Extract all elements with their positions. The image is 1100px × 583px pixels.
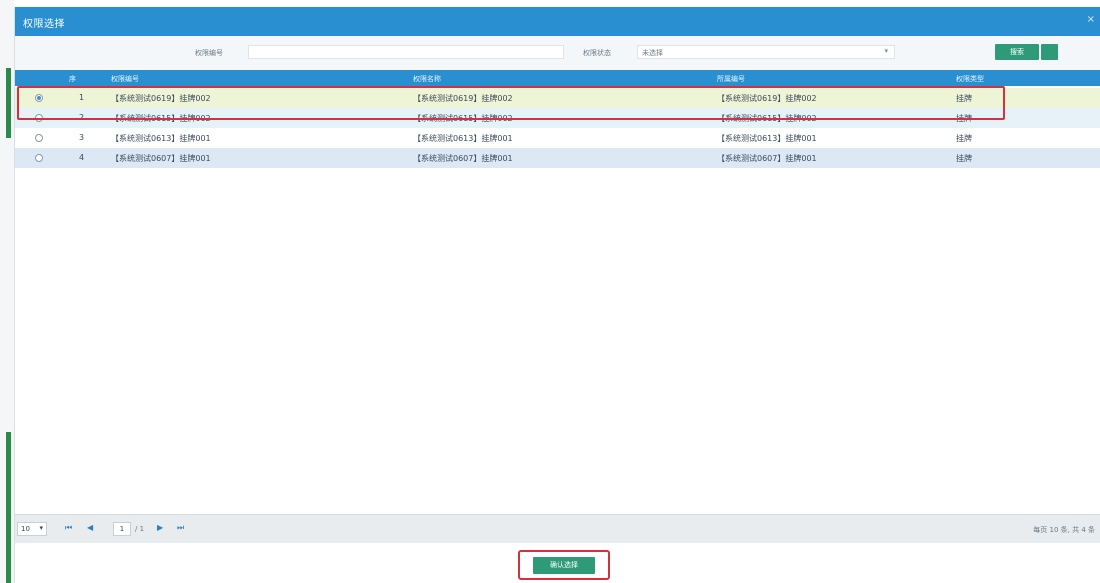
- row-name: 【系统测试0607】挂牌001: [413, 154, 513, 163]
- row-radio[interactable]: [35, 154, 43, 162]
- permission-status-select[interactable]: 未选择 ▾: [637, 45, 895, 59]
- next-page-icon[interactable]: ▶: [157, 523, 163, 532]
- chevron-down-icon: ▾: [39, 524, 43, 532]
- left-green-strip-bottom: [6, 432, 11, 583]
- header-code: 权限编号: [111, 75, 139, 83]
- page-size-value: 10: [21, 525, 30, 533]
- table-row[interactable]: 4 【系统测试0607】挂牌001 【系统测试0607】挂牌001 【系统测试0…: [15, 148, 1100, 168]
- row-radio[interactable]: [35, 134, 43, 142]
- dialog-title: 权限选择: [23, 19, 65, 30]
- permission-code-input[interactable]: [248, 45, 564, 59]
- header-index: 序: [69, 75, 76, 83]
- permission-status-label: 权限状态: [583, 49, 611, 57]
- confirm-selection-button[interactable]: 确认选择: [533, 557, 595, 574]
- row-code: 【系统测试0613】挂牌001: [111, 134, 211, 143]
- left-green-strip-top: [6, 68, 11, 138]
- last-page-icon[interactable]: ⏭: [177, 523, 184, 533]
- row-index: 3: [79, 133, 85, 142]
- first-page-icon[interactable]: ⏮: [65, 523, 72, 533]
- current-page-input[interactable]: 1: [113, 522, 131, 536]
- permission-code-label: 权限编号: [195, 49, 223, 57]
- row-parent: 【系统测试0607】挂牌001: [717, 154, 817, 163]
- permission-select-dialog: 权限选择 × 权限编号 权限状态 未选择 ▾ 搜索 序 权限编号 权限名称 所属…: [14, 7, 1100, 583]
- table-row[interactable]: 3 【系统测试0613】挂牌001 【系统测试0613】挂牌001 【系统测试0…: [15, 128, 1100, 148]
- prev-page-icon[interactable]: ◀: [87, 523, 93, 532]
- search-button[interactable]: 搜索: [995, 44, 1039, 60]
- confirm-highlight-box: 确认选择: [518, 550, 610, 580]
- header-parent: 所属编号: [717, 75, 745, 83]
- row-code: 【系统测试0607】挂牌001: [111, 154, 211, 163]
- chevron-down-icon: ▾: [884, 47, 888, 55]
- search-bar: 权限编号 权限状态 未选择 ▾ 搜索: [15, 36, 1100, 71]
- row-name: 【系统测试0613】挂牌001: [413, 134, 513, 143]
- pagination-bar: 10 ▾ ⏮ ◀ 1 / 1 ▶ ⏭ 每页 10 条, 共 4 条: [15, 514, 1100, 543]
- page-info: 每页 10 条, 共 4 条: [1033, 526, 1095, 534]
- header-name: 权限名称: [413, 75, 441, 83]
- header-type: 权限类型: [956, 75, 984, 83]
- row-type: 挂牌: [956, 134, 972, 143]
- page-size-select[interactable]: 10 ▾: [17, 522, 47, 536]
- dialog-titlebar: 权限选择 ×: [15, 7, 1100, 36]
- table-header: 序 权限编号 权限名称 所属编号 权限类型: [15, 70, 1100, 86]
- close-icon[interactable]: ×: [1087, 14, 1095, 25]
- row-type: 挂牌: [956, 154, 972, 163]
- total-pages: / 1: [135, 525, 145, 533]
- row-parent: 【系统测试0613】挂牌001: [717, 134, 817, 143]
- permission-status-value: 未选择: [642, 49, 663, 57]
- selection-highlight-box: [17, 86, 1005, 120]
- search-options-button[interactable]: [1041, 44, 1058, 60]
- row-index: 4: [79, 153, 85, 162]
